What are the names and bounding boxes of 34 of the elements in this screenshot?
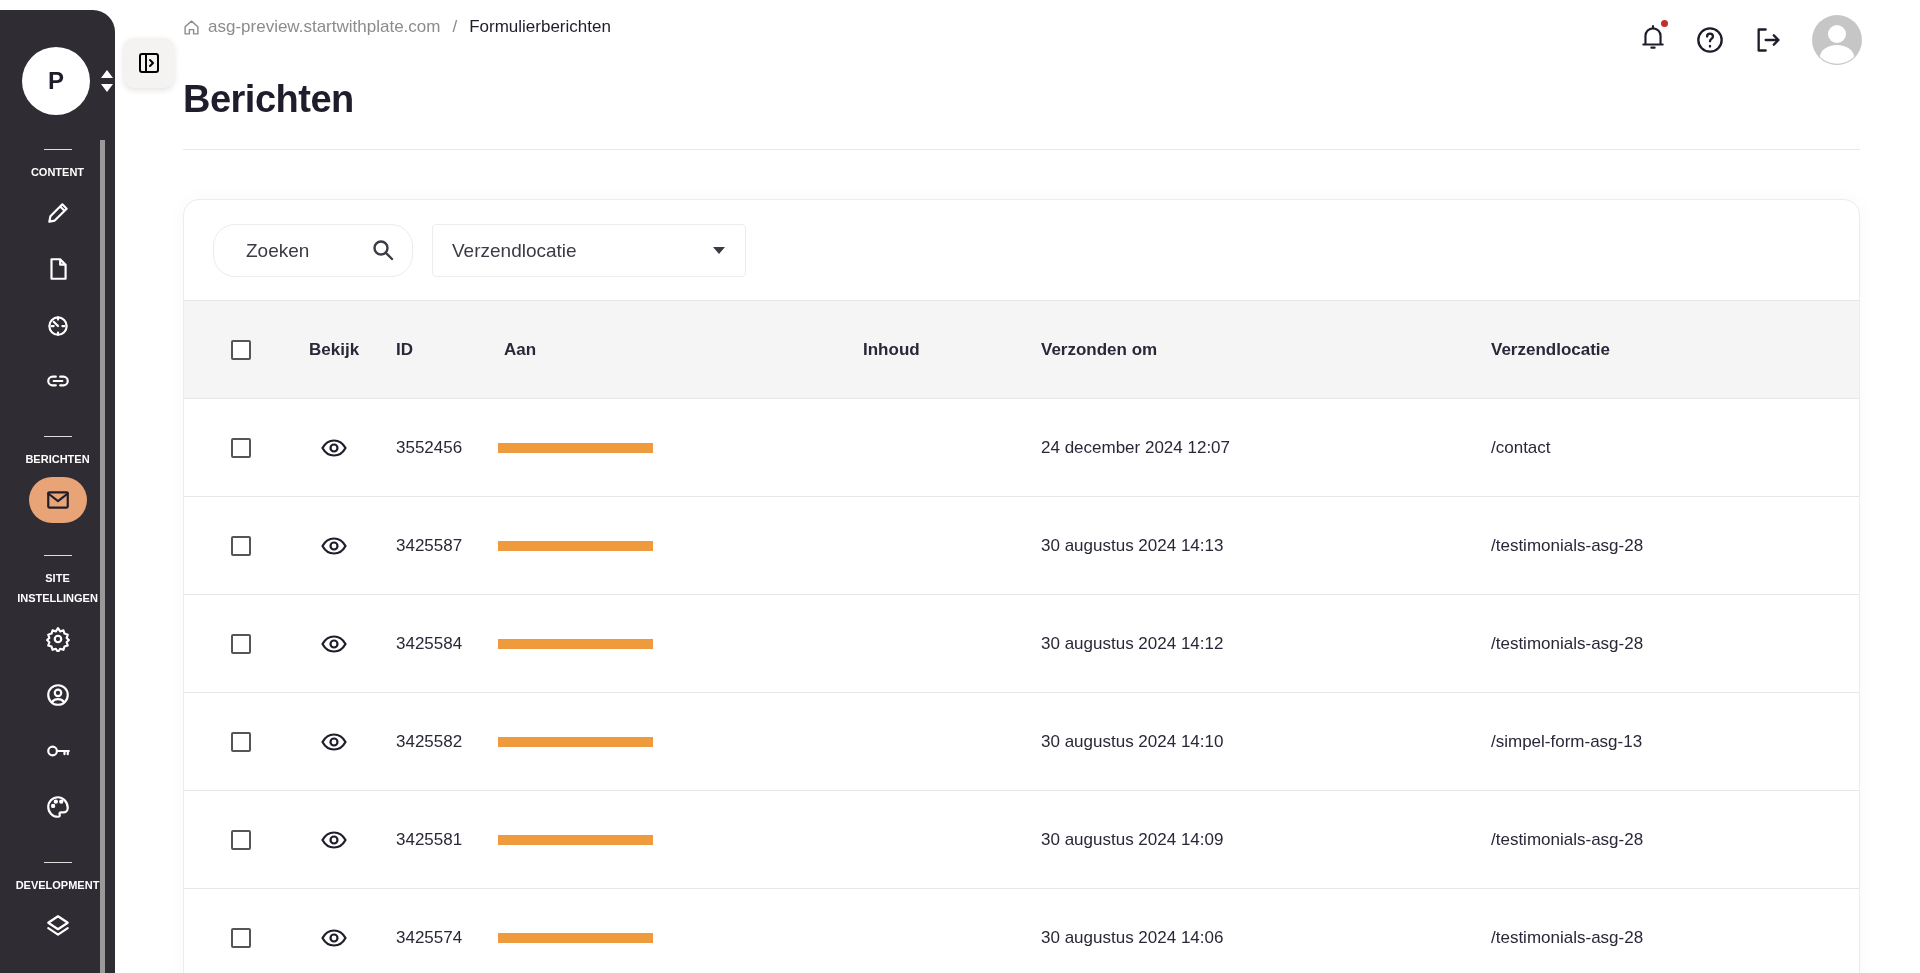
section-label: DEVELOPMENT <box>14 878 101 893</box>
table-cell-text: 30 augustus 2024 14:13 <box>1041 535 1225 556</box>
page-title: Berichten <box>183 78 355 121</box>
table-cell-text: 30 augustus 2024 14:10 <box>1041 731 1225 752</box>
table-cell-text: /simpel-form-asg-13 <box>1491 731 1644 752</box>
location-dropdown[interactable]: Verzendlocatie <box>432 224 746 277</box>
breadcrumb-separator: / <box>452 17 458 37</box>
table-cell-text: 3425574 <box>396 927 464 948</box>
table-cell-text: 3425581 <box>396 829 464 850</box>
table-cell-text: /testimonials-asg-28 <box>1491 829 1645 850</box>
column-header: Bekijk <box>309 339 361 360</box>
breadcrumb-current: Formulierberichten <box>469 17 611 37</box>
column-header: ID <box>396 339 414 360</box>
section-label: CONTENT <box>29 165 86 180</box>
column-header: Verzonden om <box>1041 339 1159 360</box>
column-header: Aan <box>504 339 538 360</box>
column-header: Verzendlocatie <box>1491 339 1612 360</box>
table-cell-text: 3552456 <box>396 437 464 458</box>
table-cell-text: 24 december 2024 12:07 <box>1041 437 1232 458</box>
section-label: BERICHTEN <box>24 452 91 467</box>
table-cell-text: 3425587 <box>396 535 464 556</box>
account-avatar[interactable]: P <box>22 47 90 115</box>
table-cell-text: /testimonials-asg-28 <box>1491 535 1645 556</box>
section-label: SITE INSTELLINGEN <box>16 571 99 606</box>
table-cell-text: 3425584 <box>396 633 464 654</box>
table-cell-text: 30 augustus 2024 14:09 <box>1041 829 1225 850</box>
table-cell-text: /testimonials-asg-28 <box>1491 927 1645 948</box>
search-field[interactable]: Zoeken <box>213 224 413 277</box>
table-cell-text: 30 augustus 2024 14:06 <box>1041 927 1225 948</box>
table-cell-text: /contact <box>1491 437 1552 458</box>
table-cell-text: 30 augustus 2024 14:12 <box>1041 633 1225 654</box>
table-cell-text: 3425582 <box>396 731 464 752</box>
column-header: Inhoud <box>863 339 921 360</box>
table-cell-text: /testimonials-asg-28 <box>1491 633 1645 654</box>
